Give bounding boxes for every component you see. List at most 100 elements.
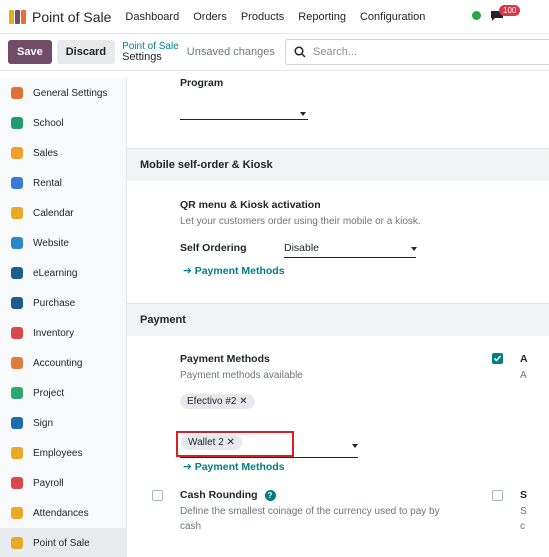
sidebar-item-attendances[interactable]: Attendances [0, 498, 126, 528]
sidebar-item-purchase[interactable]: Purchase [0, 288, 126, 318]
point-of-sale-icon [9, 535, 25, 551]
discard-button[interactable]: Discard [56, 40, 116, 64]
save-button[interactable]: Save [8, 40, 52, 64]
payment-methods-title: Payment Methods [180, 353, 270, 365]
settings-main: Program Mobile self-order & Kiosk QR men… [127, 71, 549, 557]
elearning-icon [9, 265, 25, 281]
message-count-badge: 100 [499, 5, 521, 16]
sidebar-item-label: Purchase [33, 297, 76, 309]
search-icon [294, 46, 306, 58]
search-input[interactable]: Search... [285, 39, 549, 65]
tag-efectivo: Efectivo #2 ✕ [180, 394, 255, 409]
qr-description: Let your customers order using their mob… [180, 216, 421, 227]
menu-products[interactable]: Products [241, 11, 284, 23]
sidebar-item-label: Attendances [33, 507, 89, 519]
section-kiosk-header: Mobile self-order & Kiosk [127, 148, 549, 181]
sales-icon [9, 145, 25, 161]
chevron-down-icon [411, 247, 417, 251]
accounting-icon [9, 355, 25, 371]
search-placeholder: Search... [313, 46, 358, 58]
right-setting-desc-cont: c [520, 521, 525, 532]
sidebar-item-point-of-sale[interactable]: Point of Sale [0, 528, 126, 557]
payroll-icon [9, 475, 25, 491]
sidebar-item-accounting[interactable]: Accounting [0, 348, 126, 378]
sidebar-item-sales[interactable]: Sales [0, 138, 126, 168]
right-setting-checkbox[interactable] [492, 490, 503, 501]
sidebar-item-label: Calendar [33, 207, 74, 219]
purchase-icon [9, 295, 25, 311]
chevron-down-icon [300, 112, 306, 116]
payment-methods-link-kiosk[interactable]: ➔ Payment Methods [183, 265, 285, 277]
payment-methods-desc: Payment methods available [180, 370, 303, 381]
rental-icon [9, 175, 25, 191]
sidebar-item-payroll[interactable]: Payroll [0, 468, 126, 498]
chevron-down-icon [352, 444, 358, 448]
top-navbar: Point of Sale Dashboard Orders Products … [0, 0, 549, 34]
sidebar-item-calendar[interactable]: Calendar [0, 198, 126, 228]
menu-configuration[interactable]: Configuration [360, 11, 425, 23]
sidebar-item-gear[interactable]: General Settings [0, 78, 126, 108]
sidebar-item-label: Payroll [33, 477, 64, 489]
right-column-checkbox[interactable] [492, 353, 503, 364]
unsaved-indicator: Unsaved changes [186, 46, 275, 58]
close-icon[interactable]: ✕ [227, 437, 235, 448]
settings-sidebar: General Settings School Sales Rental Calenda… [0, 78, 127, 557]
self-ordering-select[interactable]: Disable [284, 242, 416, 258]
sign-icon [9, 415, 25, 431]
section-payment-header: Payment [127, 303, 549, 336]
menu-reporting[interactable]: Reporting [298, 11, 346, 23]
program-select[interactable] [180, 104, 308, 120]
sidebar-item-label: Accounting [33, 357, 83, 369]
check-icon [493, 355, 502, 362]
qr-title: QR menu & Kiosk activation [180, 199, 321, 211]
sidebar-item-label: Inventory [33, 327, 75, 339]
sidebar-item-rental[interactable]: Rental [0, 168, 126, 198]
cash-rounding-desc: Define the smallest coinage of the curre… [180, 506, 440, 517]
school-icon [9, 115, 25, 131]
help-icon[interactable]: ? [264, 489, 276, 501]
sidebar-item-school[interactable]: School [0, 108, 126, 138]
sidebar-item-label: Employees [33, 447, 83, 459]
control-panel: Save Discard Point of Sale Settings Unsa… [0, 34, 549, 71]
inventory-icon [9, 325, 25, 341]
self-ordering-label: Self Ordering [180, 242, 247, 254]
attendances-icon [9, 505, 25, 521]
sidebar-item-label: School [33, 117, 64, 129]
main-menu: Dashboard Orders Products Reporting Conf… [125, 11, 439, 23]
sidebar-item-project[interactable]: Project [0, 378, 126, 408]
close-icon[interactable]: ✕ [239, 396, 247, 407]
sidebar-item-inventory[interactable]: Inventory [0, 318, 126, 348]
sidebar-item-label: General Settings [33, 87, 108, 99]
program-label: Program [180, 77, 224, 89]
sidebar-item-website[interactable]: Website [0, 228, 126, 258]
cash-rounding-checkbox[interactable] [152, 490, 163, 501]
right-setting-title: S [520, 489, 528, 501]
sidebar-item-label: Sales [33, 147, 59, 159]
sidebar-item-label: Website [33, 237, 69, 249]
sidebar-item-employees[interactable]: Employees [0, 438, 126, 468]
app-name[interactable]: Point of Sale [32, 9, 111, 25]
project-icon [9, 385, 25, 401]
point-of-sale-logo-icon[interactable] [9, 9, 27, 24]
sidebar-item-label: Sign [33, 417, 54, 429]
sidebar-item-elearning[interactable]: eLearning [0, 258, 126, 288]
sidebar-item-label: Rental [33, 177, 62, 189]
sidebar-item-sign[interactable]: Sign [0, 408, 126, 438]
sidebar-item-label: Project [33, 387, 65, 399]
cash-rounding-desc-cont: cash [180, 521, 202, 532]
right-setting-desc: S [520, 506, 527, 517]
employees-icon [9, 445, 25, 461]
right-column-title: A [520, 353, 528, 365]
tag-wallet-label: Wallet 2 [188, 437, 224, 448]
sidebar-item-label: Point of Sale [33, 537, 90, 549]
menu-dashboard[interactable]: Dashboard [125, 11, 179, 23]
gear-icon [9, 85, 25, 101]
sidebar-item-label: eLearning [33, 267, 78, 279]
calendar-icon [9, 205, 25, 221]
right-column-desc: A [520, 370, 527, 381]
payment-methods-link-payment[interactable]: ➔ Payment Methods [183, 461, 285, 473]
tag-wallet: Wallet 2 ✕ [181, 435, 242, 450]
menu-orders[interactable]: Orders [193, 11, 227, 23]
tag-efectivo-label: Efectivo #2 [187, 396, 237, 407]
cash-rounding-title: Cash Rounding ? [180, 489, 276, 501]
